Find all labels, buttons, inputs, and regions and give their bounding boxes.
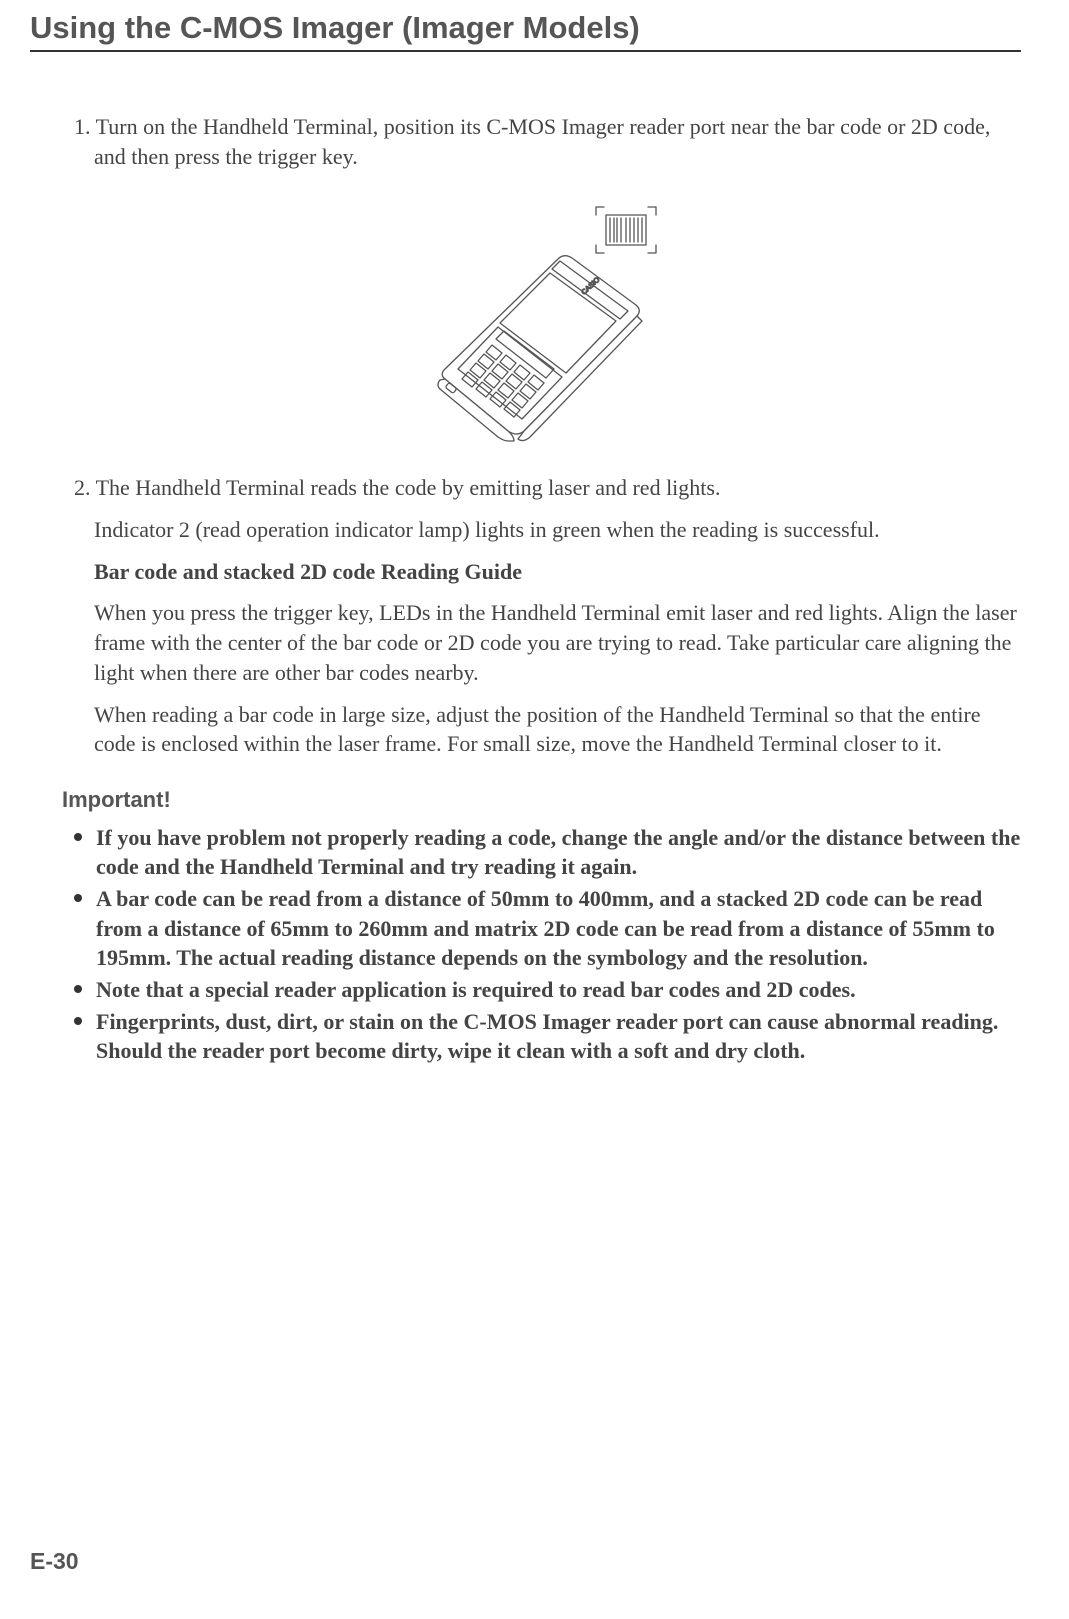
important-item: Fingerprints, dust, dirt, or stain on th… xyxy=(74,1007,1021,1066)
step-2-section: 2. The Handheld Terminal reads the code … xyxy=(74,473,1021,759)
important-heading: Important! xyxy=(62,785,1021,815)
important-item: If you have problem not properly reading… xyxy=(74,823,1021,882)
manual-page: Using the C-MOS Imager (Imager Models) 1… xyxy=(0,0,1069,1619)
page-number: E-30 xyxy=(30,1548,79,1575)
step-1-text: 1. Turn on the Handheld Terminal, positi… xyxy=(74,112,1021,171)
body-content: 1. Turn on the Handheld Terminal, positi… xyxy=(30,112,1021,1066)
page-title: Using the C-MOS Imager (Imager Models) xyxy=(30,10,1021,52)
step-2-line-1: 2. The Handheld Terminal reads the code … xyxy=(74,473,1021,503)
step-2-subheading: Bar code and stacked 2D code Reading Gui… xyxy=(74,557,1021,587)
important-list: If you have problem not properly reading… xyxy=(74,823,1021,1067)
important-item: Note that a special reader application i… xyxy=(74,975,1021,1005)
step-2-line-2: Indicator 2 (read operation indicator la… xyxy=(74,515,1021,545)
device-illustration: CASIO xyxy=(418,201,678,451)
step-2-line-4: When reading a bar code in large size, a… xyxy=(74,700,1021,759)
step-2-line-3: When you press the trigger key, LEDs in … xyxy=(74,598,1021,687)
important-item: A bar code can be read from a distance o… xyxy=(74,884,1021,973)
